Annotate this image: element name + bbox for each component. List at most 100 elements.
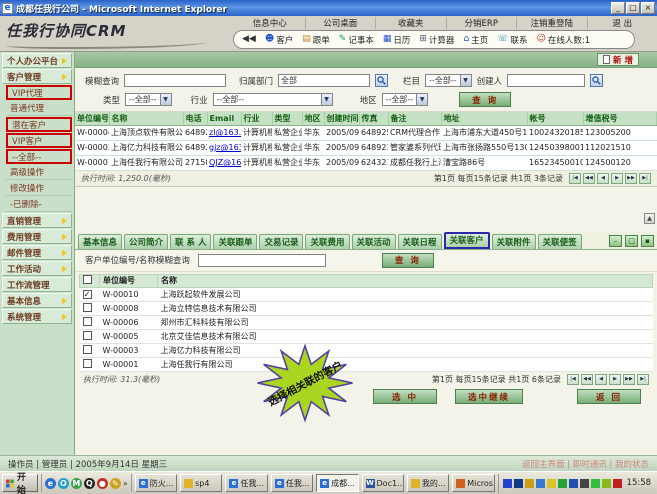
creator-input[interactable]	[507, 74, 585, 87]
page-fast-prev-icon[interactable]: ◀◀	[583, 173, 595, 184]
row-checkbox[interactable]	[83, 290, 92, 299]
page-last-icon[interactable]: ▶|	[637, 374, 649, 385]
sidebar-item-mail-mgmt[interactable]: 邮件管理	[2, 245, 72, 260]
column-select[interactable]: --全部--▼	[425, 74, 472, 87]
toolbar-notebook[interactable]: ✎记事本	[339, 34, 374, 46]
page-first-icon[interactable]: |◀	[569, 173, 581, 184]
page-first-icon[interactable]: |◀	[567, 374, 579, 385]
quicklaunch-outlook-icon[interactable]: O	[58, 478, 69, 489]
sub-search-input[interactable]	[198, 254, 326, 267]
table-row[interactable]: W-00004上海顶点软件有限公司 64892525zl@163.com 计算机…	[75, 125, 657, 140]
taskbar-task-sp4[interactable]: sp4	[180, 474, 222, 492]
tab-transactions[interactable]: 交易记录	[259, 234, 303, 249]
taskbar-task-micros[interactable]: Micros...	[452, 474, 494, 492]
back-button[interactable]: 返 回	[577, 389, 641, 404]
page-next-icon[interactable]: ▶	[609, 374, 621, 385]
menu-item-info-center[interactable]: 信息中心	[235, 17, 305, 29]
menu-item-erp[interactable]: 分销ERP	[446, 17, 517, 29]
toolbar-calendar[interactable]: ▦日历	[383, 34, 411, 46]
close-icon[interactable]: ×	[641, 2, 655, 14]
tray-speaker-icon[interactable]	[525, 479, 534, 488]
tray-icon[interactable]	[547, 479, 556, 488]
email-link[interactable]: zl@163.com	[207, 125, 241, 140]
status-right[interactable]: 返回主界面 | 即时通讯 | 我的状态	[522, 458, 649, 470]
sidebar-item-all[interactable]: --全部--	[6, 149, 72, 164]
sidebar-item-vip-customer[interactable]: VIP客户	[6, 133, 72, 148]
minimize-icon[interactable]: _	[611, 2, 625, 14]
tray-icon[interactable]	[558, 479, 567, 488]
menu-item-exit[interactable]: 退 出	[587, 17, 657, 29]
page-fast-next-icon[interactable]: ▶▶	[623, 374, 635, 385]
tray-input-icon[interactable]	[569, 479, 578, 488]
row-checkbox[interactable]	[83, 303, 92, 312]
tab-company-profile[interactable]: 公司简介	[124, 234, 168, 249]
fuzzy-search-input[interactable]	[124, 74, 226, 87]
tab-related-attachments[interactable]: 关联附件	[492, 234, 536, 249]
sidebar-item-modify-ops[interactable]: 修改操作	[6, 181, 72, 196]
tray-icon[interactable]	[514, 479, 523, 488]
page-fast-prev-icon[interactable]: ◀◀	[581, 374, 593, 385]
search-button[interactable]: 查 询	[459, 92, 511, 107]
row-checkbox[interactable]	[83, 359, 92, 368]
table-row[interactable]: W-00003上海亿力科技有限公司 64892132gjz@163.com 计算…	[75, 140, 657, 155]
taskbar-task-firewall[interactable]: e防火...	[135, 474, 177, 492]
pane-restore-icon[interactable]: □	[625, 235, 638, 247]
tab-basic-info[interactable]: 基本信息	[78, 234, 122, 249]
taskbar-task-renwoxing2[interactable]: e任我...	[271, 474, 313, 492]
scrollbar-up-icon[interactable]: ▲	[644, 213, 655, 224]
tray-icon[interactable]	[580, 479, 589, 488]
industry-select[interactable]: --全部--▼	[213, 93, 333, 106]
sidebar-item-advanced-ops[interactable]: 高级操作	[6, 165, 72, 180]
page-last-icon[interactable]: ▶|	[639, 173, 651, 184]
sidebar-item-vip-agent[interactable]: VIP代理	[6, 85, 72, 100]
row-checkbox[interactable]	[83, 345, 92, 354]
select-continue-button[interactable]: 选中继续	[455, 389, 523, 404]
dept-lookup-icon[interactable]	[375, 74, 388, 87]
sidebar-item-potential-customer[interactable]: 潜在客户	[6, 117, 72, 132]
list-item[interactable]: W-00008上海立特信息技术有限公司	[80, 301, 653, 315]
email-link[interactable]: QJZ@163.COM	[207, 155, 241, 170]
region-select[interactable]: --全部--▼	[382, 93, 429, 106]
tray-icon[interactable]	[536, 479, 545, 488]
page-prev-icon[interactable]: ◀	[597, 173, 609, 184]
list-item[interactable]: W-00010上海跃起软件发展公司	[80, 287, 653, 301]
tray-icon[interactable]	[503, 479, 512, 488]
row-checkbox[interactable]	[83, 317, 92, 326]
tab-related-orders[interactable]: 关联跟单	[213, 234, 257, 249]
tab-contacts[interactable]: 联 系 人	[170, 234, 211, 249]
quicklaunch-editor-icon[interactable]: ✎	[110, 478, 121, 489]
page-next-icon[interactable]: ▶	[611, 173, 623, 184]
back-icon[interactable]: ◀◀	[242, 35, 256, 44]
type-select[interactable]: --全部--▼	[125, 93, 172, 106]
toolbar-calculator[interactable]: ⊞计算器	[419, 34, 454, 46]
tab-related-schedule[interactable]: 关联日程	[398, 234, 442, 249]
taskbar-task-doc1[interactable]: WDoc1....	[362, 474, 404, 492]
sidebar-item-expense-mgmt[interactable]: 费用管理	[2, 229, 72, 244]
sidebar-item-basic-info[interactable]: 基本信息	[2, 293, 72, 308]
toolbar-customer[interactable]: ☻客户	[265, 34, 293, 46]
quicklaunch-qq-icon[interactable]: Q	[84, 478, 95, 489]
sidebar-item-customer-mgmt[interactable]: 客户管理	[2, 69, 72, 84]
quicklaunch-media-icon[interactable]: ●	[97, 478, 108, 489]
tab-related-expenses[interactable]: 关联费用	[305, 234, 349, 249]
sidebar-item-direct-sales[interactable]: 直销管理	[2, 213, 72, 228]
toolbar-contact[interactable]: ☏联系	[497, 34, 527, 46]
pane-maximize-icon[interactable]: ▪	[641, 235, 654, 247]
menu-item-favorites[interactable]: 收藏夹	[375, 17, 446, 29]
select-all-checkbox[interactable]	[83, 275, 92, 284]
creator-lookup-icon[interactable]	[590, 74, 603, 87]
toolbar-home[interactable]: ⌂主页	[463, 34, 488, 46]
toolbar-order[interactable]: ▤跟单	[302, 34, 330, 46]
new-button[interactable]: 新 增	[597, 53, 639, 66]
quicklaunch-msn-icon[interactable]: M	[71, 478, 82, 489]
list-item[interactable]: W-00006郑州市汇科科技有限公司	[80, 315, 653, 329]
start-button[interactable]: 开始	[2, 474, 38, 492]
sidebar-item-normal-agent[interactable]: 普通代理	[6, 101, 72, 116]
tab-related-customers[interactable]: 关联客户	[444, 232, 490, 249]
quicklaunch-ie-icon[interactable]: e	[45, 478, 56, 489]
sidebar-item-workflow-mgmt[interactable]: 工作流管理	[2, 277, 72, 292]
tray-battery-icon[interactable]	[602, 479, 611, 488]
email-link[interactable]: gjz@163.com	[207, 140, 241, 155]
page-prev-icon[interactable]: ◀	[595, 374, 607, 385]
menu-item-company-desktop[interactable]: 公司桌面	[305, 17, 376, 29]
